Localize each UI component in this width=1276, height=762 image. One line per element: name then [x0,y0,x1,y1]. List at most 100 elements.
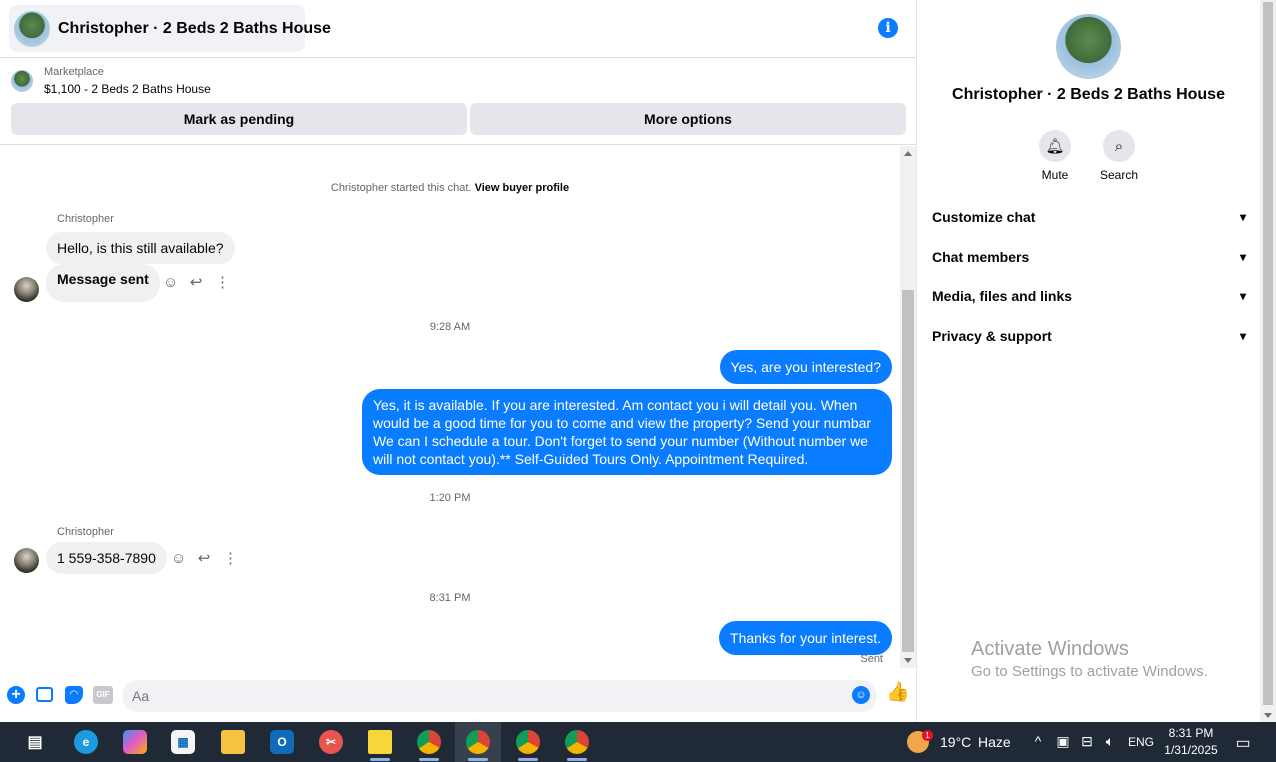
page-scroll-thumb[interactable] [1263,2,1273,705]
chevron-down-icon: ▾ [1239,329,1246,343]
react-icon[interactable]: ☺ [163,274,178,291]
view-buyer-profile-link[interactable]: View buyer profile [475,182,570,194]
sender-name: Christopher [57,526,114,538]
outgoing-message[interactable]: Thanks for your interest. [719,621,892,655]
message-scrollbar[interactable] [900,146,916,668]
mute-label: Mute [1041,168,1069,182]
outgoing-message[interactable]: Yes, are you interested? [719,350,892,384]
volume-icon[interactable]: 🔈︎ [1101,733,1119,750]
taskbar-explorer[interactable] [210,722,256,762]
more-options-button[interactable]: More options [470,103,906,135]
section-label: Privacy & support [932,328,1052,344]
weather-desc[interactable]: Haze [978,734,1011,750]
section-label: Customize chat [932,209,1036,225]
section-chat-members[interactable]: Chat members ▾ [932,247,1246,267]
composer: + ◠ GIF ☺ 👍 [0,676,917,716]
messenger-app: Christopher · 2 Beds 2 Baths House i Mar… [0,0,1276,722]
reply-icon[interactable]: ↩ [197,549,211,567]
scroll-down-arrow-icon[interactable] [904,658,912,663]
chevron-down-icon: ▾ [1239,289,1246,303]
timestamp: 1:20 PM [429,492,471,504]
chat-title-button[interactable]: Christopher · 2 Beds 2 Baths House [9,5,331,52]
edge-icon: e [74,730,98,754]
snipping-tool-icon: ✂ [319,730,343,754]
page-scroll-down-icon[interactable] [1264,713,1272,718]
sender-avatar[interactable] [14,548,39,573]
bell-icon: 🔔︎ [1039,130,1071,162]
taskbar-chrome-2[interactable] [455,722,501,762]
search-button[interactable]: ⌕ Search [1089,130,1149,182]
taskbar-chrome-4[interactable] [554,722,600,762]
incoming-message[interactable]: Hello, is this still available? [46,232,235,264]
emoji-icon[interactable]: ☺ [852,686,870,704]
running-indicator [567,758,587,761]
clock-time[interactable]: 8:31 PM [1160,726,1222,740]
gif-icon[interactable]: GIF [93,686,113,704]
sender-avatar[interactable] [14,277,39,302]
chat-started-note: Christopher started this chat. View buye… [0,182,900,194]
scroll-up-arrow-icon[interactable] [904,151,912,156]
taskbar-snipping[interactable]: ✂ [308,722,354,762]
chat-title: Christopher · 2 Beds 2 Baths House [58,19,331,37]
plus-icon[interactable]: + [7,686,25,704]
listing-price-title[interactable]: $1,100 - 2 Beds 2 Baths House [44,82,211,96]
mute-button[interactable]: 🔔︎ Mute [1025,130,1085,182]
sticker-icon[interactable]: ◠ [65,686,83,704]
chat-header: Christopher · 2 Beds 2 Baths House i [0,0,917,58]
weather-temp[interactable]: 19°C [940,734,971,750]
react-icon[interactable]: ☺ [171,550,186,567]
network-icon[interactable]: ⊟ [1078,733,1096,750]
incoming-message[interactable]: Message sent [46,264,160,302]
reply-icon[interactable]: ↩ [189,273,203,291]
chrome-icon [516,730,540,754]
more-icon[interactable]: ⋮ [223,549,238,567]
section-label: Media, files and links [932,288,1073,304]
taskbar-copilot[interactable] [112,722,158,762]
like-icon[interactable]: 👍 [886,683,910,702]
chrome-icon [466,730,490,754]
chat-started-text: Christopher started this chat. [330,182,472,194]
section-privacy-support[interactable]: Privacy & support ▾ [932,326,1246,346]
folder-icon [221,730,245,754]
clock-date[interactable]: 1/31/2025 [1160,743,1222,757]
more-icon[interactable]: ⋮ [215,273,230,291]
running-indicator [370,758,390,761]
copilot-icon [123,730,147,754]
taskbar-store[interactable]: ▦ [160,722,206,762]
windows-taskbar: ▤ e ▦ O ✂ 19°C Haze ^ ▣ ⊟ 🔈︎ ENG 8:31 PM… [0,722,1276,762]
search-icon: ⌕ [1103,130,1135,162]
message-actions: ☺ ↩ ⋮ [163,273,230,292]
language-indicator[interactable]: ENG [1128,735,1154,749]
info-icon[interactable]: i [878,18,898,38]
listing-thumbnail[interactable] [11,70,33,92]
taskbar-outlook[interactable]: O [259,722,305,762]
page-scrollbar[interactable] [1260,0,1276,722]
chevron-down-icon: ▾ [1239,210,1246,224]
taskbar-sticky-notes[interactable] [357,722,403,762]
running-indicator [518,758,538,761]
task-view-button[interactable]: ▤ [12,722,58,762]
profile-avatar[interactable] [1056,14,1121,79]
mark-as-pending-button[interactable]: Mark as pending [11,103,467,135]
taskbar-edge[interactable]: e [63,722,109,762]
section-media-files-links[interactable]: Media, files and links ▾ [932,286,1246,306]
incoming-message[interactable]: 1 559-358-7890 [46,542,167,574]
chevron-up-icon[interactable]: ^ [1029,733,1047,749]
running-indicator [468,758,488,761]
timestamp: 9:28 AM [429,321,471,333]
section-customize-chat[interactable]: Customize chat ▾ [932,207,1246,227]
taskbar-chrome-3[interactable] [505,722,551,762]
outgoing-message[interactable]: Yes, it is available. If you are interes… [362,389,892,475]
scroll-thumb[interactable] [902,290,914,652]
notification-icon[interactable]: ▭ [1234,733,1252,753]
profile-title: Christopher · 2 Beds 2 Baths House [952,86,1225,103]
running-indicator [419,758,439,761]
taskbar-chrome-1[interactable] [406,722,452,762]
message-input[interactable] [122,680,877,712]
task-view-icon: ▤ [27,734,43,751]
search-label: Search [1099,168,1139,182]
activate-windows-title: Activate Windows [971,638,1129,660]
photo-icon[interactable] [36,687,53,702]
sent-status: Sent [860,653,883,665]
meet-now-icon[interactable]: ▣ [1054,733,1072,750]
